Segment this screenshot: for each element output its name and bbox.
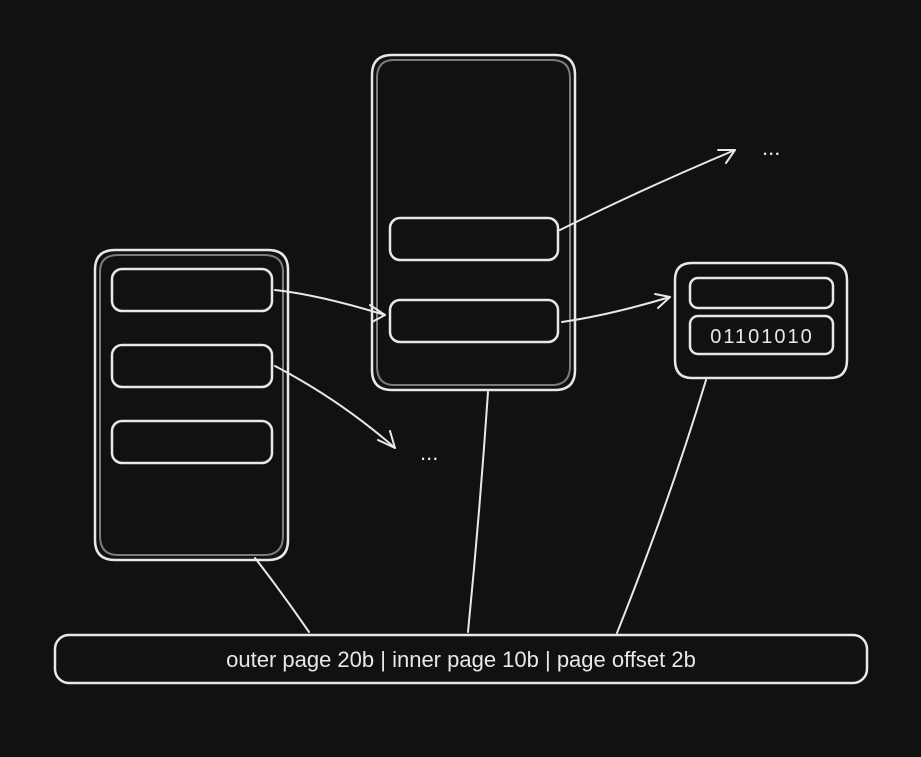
outer-page-table <box>95 250 288 560</box>
arrow-outer-to-ellipsis: ... <box>275 366 438 465</box>
arrow-inner-to-ellipsis-top: ... <box>560 135 780 230</box>
ellipsis-top: ... <box>762 135 780 160</box>
address-bar: outer page 20b | inner page 10b | page o… <box>55 635 867 683</box>
inner-page-table <box>372 55 575 390</box>
connector-outer-to-address <box>255 558 309 632</box>
arrow-inner-to-frame <box>562 294 670 322</box>
page-table-diagram: 01101010 outer page 20b | inner page 10b… <box>0 0 921 757</box>
inner-table-entry-1 <box>390 218 558 260</box>
outer-table-entry-3 <box>112 421 272 463</box>
address-bar-text: outer page 20b | inner page 10b | page o… <box>226 647 696 672</box>
connector-frame-to-address <box>617 380 706 633</box>
outer-table-entry-2 <box>112 345 272 387</box>
binary-value-text: 01101010 <box>710 326 814 348</box>
inner-table-entry-2 <box>390 300 558 342</box>
frame-row-1 <box>690 278 833 308</box>
ellipsis-mid: ... <box>420 440 438 465</box>
outer-table-entry-1 <box>112 269 272 311</box>
arrow-outer-to-inner <box>275 290 385 322</box>
connector-inner-to-address <box>468 392 488 632</box>
memory-frame: 01101010 <box>675 263 847 378</box>
